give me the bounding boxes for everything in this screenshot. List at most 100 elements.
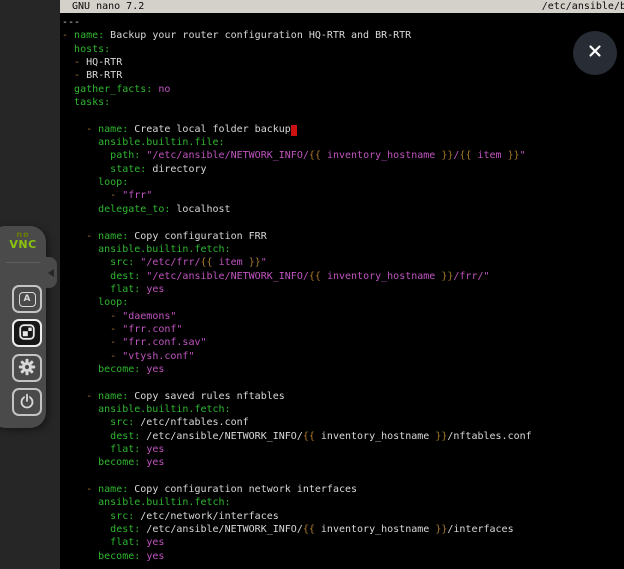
code-segment [62,404,98,415]
code-segment: name: [98,391,128,402]
code-segment: - [86,124,98,135]
settings-button[interactable] [12,354,42,382]
editor-line: ansible.builtin.fetch: [62,403,624,416]
code-segment: yes [146,444,164,455]
editor-line: tasks: [62,96,624,109]
code-segment: "frr.conf" [122,324,182,335]
desktop: { "titlebar": { "app_title": "GNU nano 7… [0,0,624,569]
code-segment: /frr/" [453,271,489,282]
code-segment: - [110,190,122,201]
code-segment: directory [146,164,206,175]
code-segment [62,537,110,548]
code-segment: - [110,337,122,348]
editor-line: - "frr.conf.sav" [62,336,624,349]
close-button[interactable] [573,31,617,75]
code-segment: /interfaces [447,524,513,535]
fullscreen-button[interactable] [12,319,42,347]
editor-line: loop: [62,176,624,189]
code-segment: "frr.conf.sav" [122,337,206,348]
code-segment: yes [146,457,164,468]
code-segment: - [110,324,122,335]
editor-line [62,109,624,122]
code-segment: Create local folder backup [128,124,291,135]
editor-line: become: yes [62,456,624,469]
editor-line: ansible.builtin.file: [62,136,624,149]
code-segment: inventory_hostname [321,271,441,282]
code-segment: - [74,57,86,68]
code-segment: yes [146,364,164,375]
code-segment: " [261,257,267,268]
code-segment: "frr" [122,190,152,201]
code-segment: }} [435,524,447,535]
code-segment [62,337,110,348]
code-segment: "/etc/ansible/NETWORK_INFO/ [146,271,309,282]
editor-line: - name: Copy configuration network inter… [62,483,624,496]
code-segment: {{ [459,150,471,161]
code-segment: "/etc/frr/ [140,257,200,268]
code-segment: HQ-RTR [86,57,122,68]
code-segment: - [86,391,98,402]
editor-line: flat: yes [62,536,624,549]
code-segment: become: [98,457,140,468]
code-segment [62,391,86,402]
code-segment: --- [62,17,80,28]
code-segment [62,244,98,255]
code-segment: {{ [303,431,315,442]
code-segment: localhost [170,204,230,215]
novnc-logo-bottom: VNC [0,239,46,250]
code-segment: src: [110,257,134,268]
code-segment [62,231,86,242]
code-segment [62,137,98,148]
toolbar-divider [6,262,40,263]
editor-line: become: yes [62,363,624,376]
editor-line: --- [62,16,624,29]
code-segment: /etc/network/interfaces [134,511,279,522]
code-segment [62,70,74,81]
toolbar-collapse-handle[interactable] [44,257,57,288]
editor-line [62,376,624,389]
vnc-control-bar: no VNC A [0,226,46,428]
code-segment: }} [441,150,453,161]
code-segment: hosts: [74,44,110,55]
power-icon [18,392,36,413]
keyboard-a-key-icon: A [19,292,36,307]
code-segment: {{ [303,524,315,535]
code-segment: loop: [98,177,128,188]
code-segment [62,44,74,55]
code-segment: no [158,84,170,95]
extra-keys-button[interactable]: A [12,285,42,313]
code-segment: gather_facts: [74,84,152,95]
editor-line [62,216,624,229]
code-segment: {{ [309,271,321,282]
code-segment: {{ [201,257,213,268]
power-button[interactable] [12,388,42,416]
code-segment: item [213,257,249,268]
code-segment: inventory_hostname [315,524,435,535]
code-segment: name: [74,30,104,41]
code-segment: become: [98,364,140,375]
editor-line: - "frr" [62,189,624,202]
code-segment [62,84,74,95]
editor-line: become: yes [62,550,624,563]
code-segment [62,497,98,508]
code-segment: path: [110,150,140,161]
code-segment: inventory_hostname [321,150,441,161]
editor-line: flat: yes [62,283,624,296]
editor-line: delegate_to: localhost [62,203,624,216]
code-segment: flat: [110,284,140,295]
editor-line: hosts: [62,43,624,56]
nano-editor-area[interactable]: ---- name: Backup your router configurat… [60,13,624,563]
code-segment: ansible.builtin.file: [98,137,224,148]
code-segment: Copy configuration network interfaces [128,484,357,495]
code-segment: inventory_hostname [315,431,435,442]
code-segment [62,177,98,188]
code-segment [62,284,110,295]
code-segment [62,351,110,362]
code-segment: become: [98,551,140,562]
editor-line: src: "/etc/frr/{{ item }}" [62,256,624,269]
code-segment: - [62,30,74,41]
code-segment: src: [110,417,134,428]
editor-line: loop: [62,296,624,309]
code-segment: yes [146,537,164,548]
code-segment [62,324,110,335]
